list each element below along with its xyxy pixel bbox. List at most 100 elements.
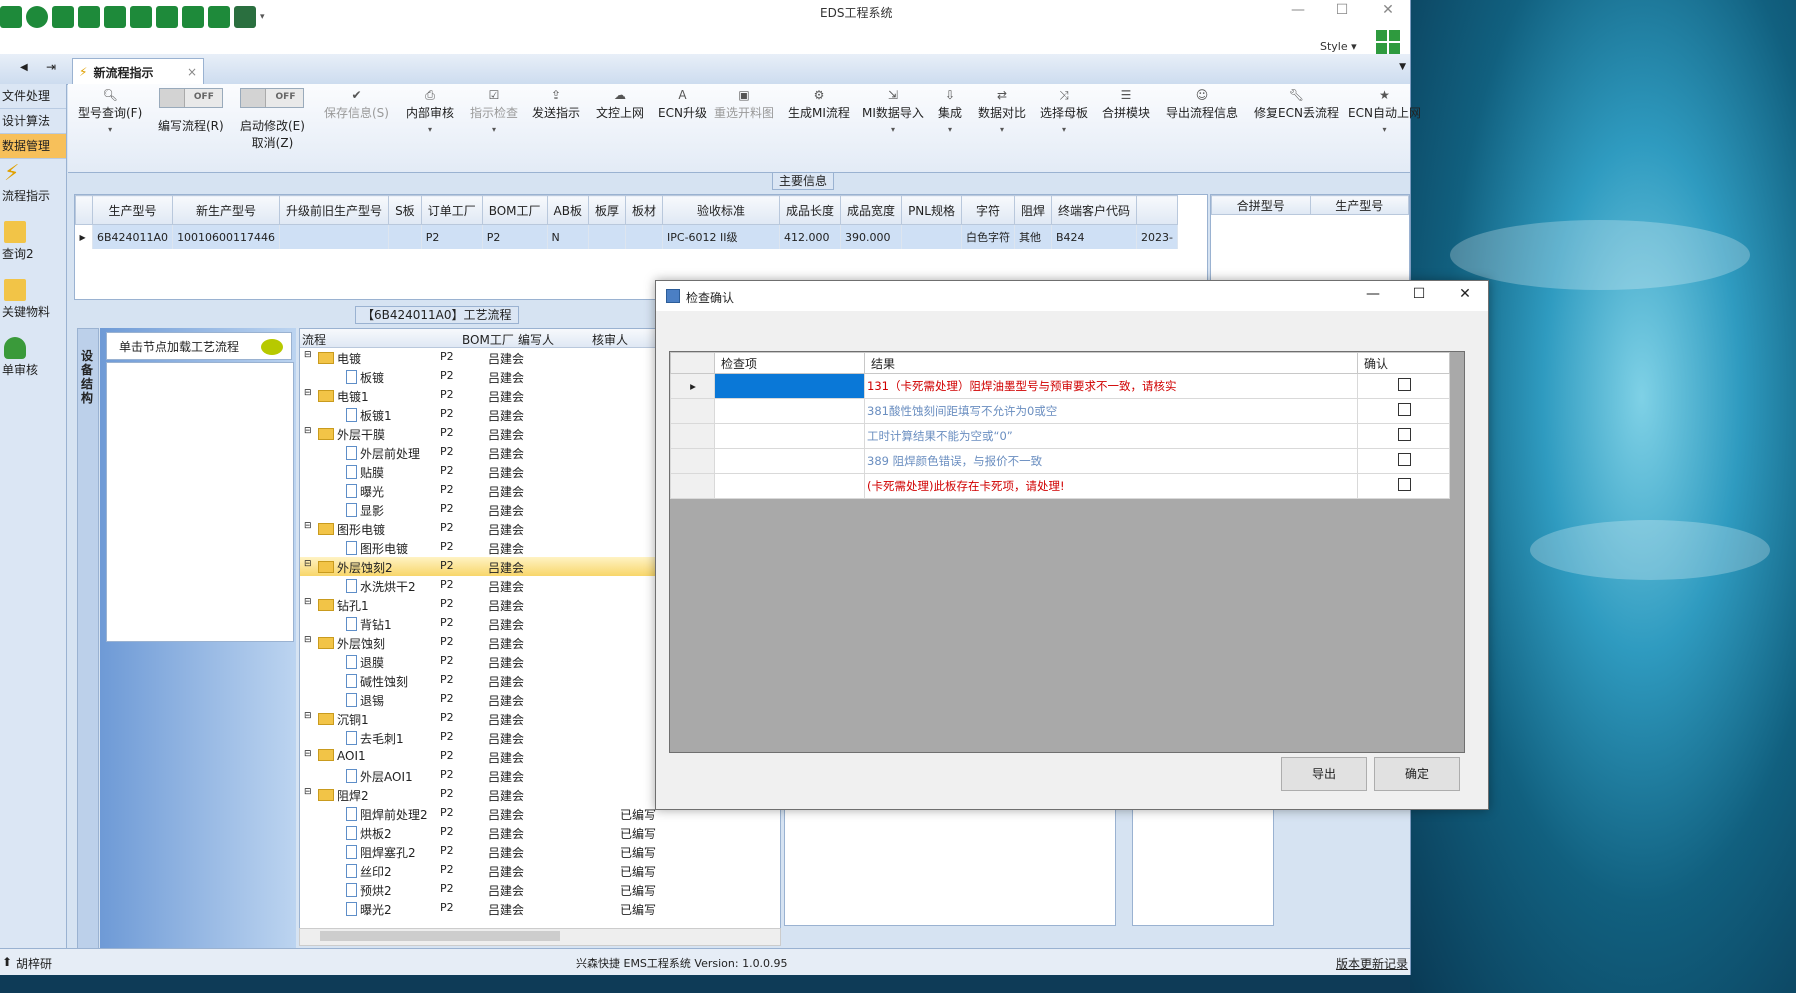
- confirm-cell[interactable]: [1357, 398, 1450, 424]
- check-item-cell[interactable]: [714, 473, 865, 499]
- result-cell[interactable]: 389 阻焊颜色错误，与报价不一致: [864, 448, 1358, 474]
- cell[interactable]: [279, 224, 390, 249]
- tree-node[interactable]: 烘板2 P2 吕建会 已编写: [300, 823, 780, 842]
- user-icon[interactable]: [182, 6, 204, 28]
- nav-item-design[interactable]: 设计算法: [0, 109, 66, 134]
- collapse-icon[interactable]: ⊟: [304, 635, 312, 645]
- cell[interactable]: 390.000: [840, 224, 903, 249]
- nav-flow[interactable]: ⚡ 流程指示: [0, 163, 66, 217]
- cell[interactable]: [901, 224, 962, 249]
- col-header[interactable]: BOM工厂: [481, 195, 548, 225]
- col-header[interactable]: AB板: [546, 195, 589, 225]
- nav-item-file[interactable]: 文件处理: [0, 84, 66, 109]
- tab-new-flow[interactable]: ⚡ 新流程指示 ×: [72, 58, 204, 85]
- cell[interactable]: [625, 224, 664, 249]
- col-header[interactable]: 成品长度: [779, 195, 842, 225]
- cell[interactable]: 2023-: [1136, 224, 1178, 249]
- table-row[interactable]: ▸ 131（卡死需处理）阻焊油墨型号与预审要求不一致，请核实: [670, 373, 1450, 399]
- nav-materials[interactable]: 关键物料: [0, 279, 66, 333]
- cell[interactable]: [388, 224, 422, 249]
- cell[interactable]: [588, 224, 627, 249]
- col-header[interactable]: 编写人: [518, 331, 554, 348]
- ok-button[interactable]: 确定: [1374, 757, 1460, 791]
- doc-online-button[interactable]: ☁ 文控上网: [596, 88, 644, 121]
- customize-icon[interactable]: ▾: [260, 12, 265, 22]
- model-query-button[interactable]: 🔍︎ 型号查询(F) ▾: [78, 88, 142, 134]
- collapse-icon[interactable]: ⊟: [304, 711, 312, 721]
- search-icon[interactable]: [0, 6, 22, 28]
- check-item-cell[interactable]: [714, 448, 865, 474]
- col-header[interactable]: 流程: [302, 331, 326, 348]
- collapse-icon[interactable]: ⊟: [304, 559, 312, 569]
- col-header[interactable]: 终端客户代码: [1050, 195, 1138, 225]
- collapse-icon[interactable]: ⊟: [304, 521, 312, 531]
- monitor-icon[interactable]: [234, 6, 256, 28]
- cell[interactable]: P2: [421, 224, 483, 249]
- col-header[interactable]: S板: [388, 195, 422, 225]
- confirm-checkbox[interactable]: [1397, 428, 1411, 441]
- col-header[interactable]: [1136, 195, 1178, 225]
- node-panel-body[interactable]: [106, 362, 294, 642]
- row-header[interactable]: [670, 448, 715, 474]
- internal-review-button[interactable]: ⎙ 内部审核 ▾: [406, 88, 454, 134]
- confirm-checkbox[interactable]: [1397, 378, 1411, 391]
- col-header[interactable]: BOM工厂: [462, 331, 514, 348]
- mi-import-button[interactable]: ⇲ MI数据导入 ▾: [862, 88, 924, 134]
- write-flow-toggle[interactable]: OFF 编写流程(R): [158, 88, 224, 134]
- tab-list-icon[interactable]: ▼: [1399, 62, 1406, 72]
- chart-icon[interactable]: [208, 6, 230, 28]
- table-icon[interactable]: [52, 6, 74, 28]
- side-tab-equipment[interactable]: 设备结构: [77, 328, 99, 950]
- table-row[interactable]: 389 阻焊颜色错误，与报价不一致: [670, 448, 1450, 474]
- close-icon[interactable]: ✕: [1450, 286, 1480, 302]
- col-header-check-item[interactable]: 检查项: [714, 352, 865, 374]
- tree-node[interactable]: 曝光2 P2 吕建会 已编写: [300, 899, 780, 918]
- col-header[interactable]: 字符: [960, 195, 1015, 225]
- tree-node[interactable]: 丝印2 P2 吕建会 已编写: [300, 861, 780, 880]
- cell[interactable]: IPC-6012 II级: [662, 224, 781, 249]
- col-header[interactable]: 生产型号: [1309, 195, 1409, 215]
- select-mother-board-button[interactable]: ⤨ 选择母板 ▾: [1040, 88, 1088, 134]
- cell[interactable]: 10010600117446: [172, 224, 281, 249]
- nav-query[interactable]: 查询2: [0, 221, 66, 275]
- col-header[interactable]: 订单工厂: [420, 195, 483, 225]
- update-log-link[interactable]: 版本更新记录: [1336, 955, 1408, 972]
- result-cell[interactable]: 工时计算结果不能为空或“0”: [864, 423, 1358, 449]
- row-header[interactable]: [670, 398, 715, 424]
- nav-item-data[interactable]: 数据管理: [0, 134, 66, 159]
- collapse-icon[interactable]: ⊟: [304, 787, 312, 797]
- instruction-check-button[interactable]: ☑ 指示检查 ▾: [470, 88, 518, 134]
- cell[interactable]: P2: [482, 224, 548, 249]
- cell[interactable]: N: [547, 224, 589, 249]
- confirm-checkbox[interactable]: [1397, 478, 1411, 491]
- col-header[interactable]: 升级前旧生产型号: [279, 195, 390, 225]
- clipboard-icon[interactable]: [130, 6, 152, 28]
- cell[interactable]: 其他: [1014, 224, 1052, 249]
- nav-review[interactable]: 单审核: [0, 337, 66, 391]
- col-header[interactable]: 验收标准: [662, 195, 781, 225]
- export-flow-button[interactable]: ☺ 导出流程信息: [1166, 88, 1238, 121]
- cell[interactable]: 412.000: [779, 224, 842, 249]
- check-grid[interactable]: 检查项 结果 确认 ▸ 131（卡死需处理）阻焊油墨型号与预审要求不一致，请核实 3…: [669, 351, 1465, 753]
- result-cell[interactable]: (卡死需处理)此板存在卡死项，请处理!: [864, 473, 1358, 499]
- nav-back-icon[interactable]: ◀: [20, 62, 28, 73]
- pin-icon[interactable]: ⇥: [46, 60, 56, 74]
- check-item-cell[interactable]: [714, 373, 865, 399]
- globe-icon[interactable]: [26, 6, 48, 28]
- merge-module-button[interactable]: ☰ 合拼模块: [1102, 88, 1150, 121]
- confirm-cell[interactable]: [1357, 373, 1450, 399]
- export-button[interactable]: 导出: [1281, 757, 1367, 791]
- confirm-checkbox[interactable]: [1397, 403, 1411, 416]
- integrate-button[interactable]: ⇩ 集成 ▾: [938, 88, 962, 134]
- ecn-upgrade-button[interactable]: A ECN升级: [658, 88, 707, 121]
- send-instruction-button[interactable]: ⇪ 发送指示: [532, 88, 580, 121]
- close-icon[interactable]: ✕: [1368, 2, 1408, 24]
- result-cell[interactable]: 381酸性蚀刻间距填写不允许为0或空: [864, 398, 1358, 424]
- tab-close-icon[interactable]: ×: [187, 65, 197, 79]
- repair-ecn-button[interactable]: 🔧︎ 修复ECN丢流程: [1254, 88, 1339, 121]
- collapse-icon[interactable]: ⊟: [304, 597, 312, 607]
- maximize-icon[interactable]: ☐: [1322, 2, 1362, 24]
- col-header[interactable]: PNL规格: [901, 195, 962, 225]
- table-row[interactable]: ▶ 6B424011A0 10010600117446 P2 P2 N IPC-…: [75, 224, 1178, 249]
- list-icon[interactable]: [156, 6, 178, 28]
